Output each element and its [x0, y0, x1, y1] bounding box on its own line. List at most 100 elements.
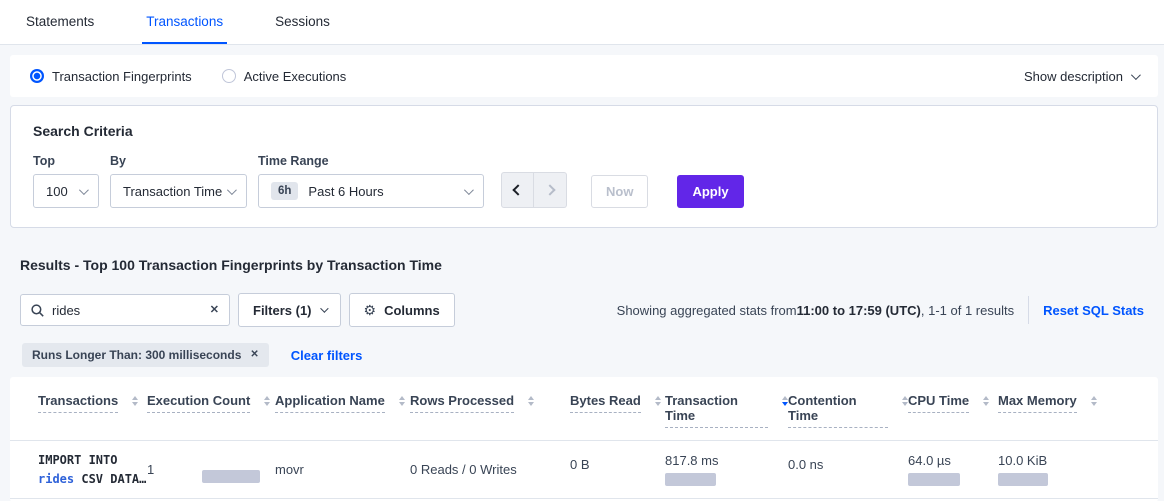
time-range-field: Time Range 6h Past 6 Hours [258, 154, 484, 208]
chevron-down-icon [227, 185, 237, 195]
columns-button-label: Columns [384, 303, 440, 318]
previous-time-window-button[interactable] [501, 172, 534, 208]
clear-search-icon[interactable]: ✕ [210, 305, 219, 316]
cpu-time-bar [908, 473, 960, 486]
gear-icon: ⚙ [364, 302, 377, 319]
search-criteria-card: Search Criteria Top 100 By Transaction T… [10, 105, 1158, 228]
sort-icon[interactable] [132, 396, 138, 406]
reset-sql-stats-link[interactable]: Reset SQL Stats [1043, 303, 1144, 318]
show-description-toggle[interactable]: Show description [1024, 69, 1138, 84]
tab-statements[interactable]: Statements [22, 0, 98, 44]
max-memory-cell: 10.0 KiB [998, 453, 1158, 486]
sort-icon[interactable] [983, 396, 989, 406]
radio-label: Transaction Fingerprints [52, 69, 192, 84]
transaction-line2: rides CSV DATA… [38, 470, 147, 489]
next-time-window-button[interactable] [534, 172, 567, 208]
chevron-down-icon [320, 304, 328, 312]
results-heading: Results - Top 100 Transaction Fingerprin… [20, 257, 1164, 273]
search-icon [31, 304, 44, 317]
filters-button-label: Filters (1) [253, 303, 312, 318]
remove-filter-icon[interactable]: ✕ [250, 350, 258, 360]
column-header-bytes-read[interactable]: Bytes Read [570, 393, 665, 428]
radio-transaction-fingerprints[interactable]: Transaction Fingerprints [30, 69, 192, 84]
filters-button[interactable]: Filters (1) [238, 293, 341, 327]
column-header-contention-time[interactable]: Contention Time [788, 393, 908, 428]
column-header-rows-processed[interactable]: Rows Processed [410, 393, 570, 428]
show-description-label: Show description [1024, 69, 1123, 84]
search-input[interactable] [52, 303, 202, 318]
sort-icon[interactable] [264, 396, 270, 406]
chevron-right-icon [544, 184, 555, 195]
search-box[interactable]: ✕ [20, 294, 230, 326]
time-range-label: Time Range [258, 154, 484, 168]
columns-button[interactable]: ⚙ Columns [349, 293, 455, 327]
by-field: By Transaction Time [110, 154, 247, 208]
rows-processed-cell: 0 Reads / 0 Writes [410, 462, 570, 477]
transaction-time-value: 817.8 ms [665, 453, 788, 468]
transaction-line1: IMPORT INTO [38, 451, 147, 470]
top-field: Top 100 [33, 154, 99, 208]
divider [1028, 296, 1029, 324]
radio-label: Active Executions [244, 69, 347, 84]
chevron-left-icon [512, 184, 523, 195]
column-header-execution-count[interactable]: Execution Count [147, 393, 275, 428]
column-header-application-name[interactable]: Application Name [275, 393, 410, 428]
execution-count-value: 1 [147, 462, 154, 477]
results-table: Transactions Execution Count Application… [10, 377, 1158, 501]
transaction-link[interactable]: rides [38, 472, 74, 486]
apply-button[interactable]: Apply [677, 175, 743, 208]
search-criteria-title: Search Criteria [33, 123, 1137, 139]
time-range-badge: 6h [271, 182, 298, 200]
cpu-time-value: 64.0 µs [908, 453, 998, 468]
sql-activity-tabbar: Statements Transactions Sessions [0, 0, 1164, 45]
top-value: 100 [46, 184, 68, 199]
column-header-transaction-time[interactable]: Transaction Time [665, 393, 788, 428]
sort-icon[interactable] [655, 396, 661, 406]
top-label: Top [33, 154, 99, 168]
now-button[interactable]: Now [591, 175, 648, 208]
cpu-time-cell: 64.0 µs [908, 453, 998, 486]
application-name-cell: movr [275, 462, 410, 477]
clear-filters-link[interactable]: Clear filters [291, 348, 363, 363]
time-range-select[interactable]: 6h Past 6 Hours [258, 174, 484, 208]
table-row[interactable]: IMPORT INTO rides CSV DATA… 1 movr 0 Rea… [10, 441, 1158, 499]
chevron-down-icon [79, 185, 89, 195]
top-select[interactable]: 100 [33, 174, 99, 208]
transaction-fingerprint-cell[interactable]: IMPORT INTO rides CSV DATA… [38, 451, 147, 488]
table-header-row: Transactions Execution Count Application… [10, 377, 1158, 441]
radio-active-executions[interactable]: Active Executions [222, 69, 347, 84]
stats-prefix: Showing aggregated stats from [617, 303, 797, 318]
tab-transactions[interactable]: Transactions [142, 0, 227, 44]
sort-icon[interactable] [399, 396, 405, 406]
filter-chip[interactable]: Runs Longer Than: 300 milliseconds ✕ [22, 343, 269, 367]
results-controls: ✕ Filters (1) ⚙ Columns Showing aggregat… [20, 293, 1144, 327]
stats-range: 11:00 to 17:59 (UTC) [797, 303, 921, 318]
sort-icon[interactable] [1091, 396, 1097, 406]
bytes-read-cell: 0 B [570, 457, 665, 472]
chevron-down-icon [1131, 70, 1141, 80]
chevron-down-icon [464, 185, 474, 195]
execution-count-cell: 1 [147, 462, 275, 477]
time-range-value: Past 6 Hours [308, 184, 383, 199]
max-memory-bar [998, 473, 1048, 486]
contention-time-cell: 0.0 ns [788, 457, 908, 472]
transaction-time-bar [665, 473, 716, 486]
active-filters-row: Runs Longer Than: 300 milliseconds ✕ Cle… [22, 343, 1164, 367]
column-header-max-memory[interactable]: Max Memory [998, 393, 1158, 428]
sort-icon[interactable] [528, 396, 534, 406]
radio-unselected-icon [222, 69, 236, 83]
by-select[interactable]: Transaction Time [110, 174, 247, 208]
aggregated-stats-text: Showing aggregated stats from 11:00 to 1… [617, 296, 1144, 324]
stats-suffix: , 1-1 of 1 results [921, 303, 1014, 318]
radio-selected-icon [30, 69, 44, 83]
transaction-rest: CSV DATA… [74, 472, 146, 486]
tab-sessions[interactable]: Sessions [271, 0, 334, 44]
column-header-cpu-time[interactable]: CPU Time [908, 393, 998, 428]
view-toggle-strip: Transaction Fingerprints Active Executio… [10, 55, 1158, 97]
by-label: By [110, 154, 247, 168]
column-header-transactions[interactable]: Transactions [38, 393, 147, 428]
execution-count-bar [202, 470, 260, 483]
by-value: Transaction Time [123, 184, 222, 199]
max-memory-value: 10.0 KiB [998, 453, 1158, 468]
time-window-arrows [501, 172, 567, 208]
